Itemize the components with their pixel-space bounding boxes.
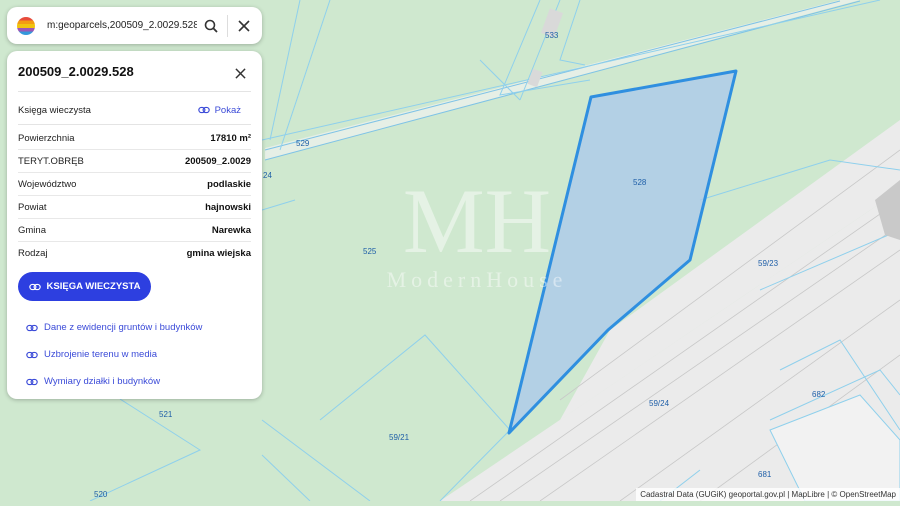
- parcel-label: 521: [159, 410, 173, 419]
- parcel-label: 24: [263, 171, 272, 180]
- parcel-label: 520: [94, 490, 108, 499]
- close-panel-button[interactable]: [226, 59, 254, 87]
- parcel-label: 682: [812, 390, 826, 399]
- panel-title: 200509_2.0029.528: [18, 64, 134, 79]
- link-label: Dane z ewidencji gruntów i budynków: [44, 322, 203, 333]
- clear-search-button[interactable]: [230, 12, 258, 40]
- link-icon: [197, 106, 210, 114]
- link-wymiary-dzialki[interactable]: Wymiary działki i budynków: [26, 368, 202, 395]
- show-ksiega-link-label: Pokaż: [214, 104, 241, 116]
- attribute-label: Gmina: [18, 224, 46, 236]
- parcel-info-panel: 200509_2.0029.528 Księga wieczysta Pokaż…: [7, 51, 262, 399]
- parcel-label: 59/24: [649, 399, 670, 408]
- ksiega-wieczysta-button[interactable]: KSIĘGA WIECZYSTA: [18, 272, 151, 301]
- divider: [18, 91, 251, 92]
- attribute-value: 200509_2.0029: [184, 155, 251, 167]
- ksiega-label: Księga wieczysta: [18, 104, 91, 116]
- link-label: Uzbrojenie terenu w media: [44, 349, 158, 360]
- attribute-value: 17810 m²: [210, 132, 251, 144]
- panel-links: Dane z ewidencji gruntów i budynków Uzbr…: [26, 314, 202, 395]
- attribute-label: Województwo: [18, 178, 77, 190]
- link-uzbrojenie-terenu[interactable]: Uzbrojenie terenu w media: [26, 341, 202, 368]
- attribute-row: Województwo podlaskie: [18, 173, 251, 196]
- search-button[interactable]: [197, 12, 225, 40]
- close-icon: [234, 67, 246, 79]
- attribute-value: podlaskie: [207, 178, 251, 190]
- search-icon: [204, 19, 218, 33]
- link-icon: [26, 324, 38, 331]
- link-label: Wymiary działki i budynków: [44, 376, 161, 387]
- close-icon: [238, 19, 250, 32]
- attribute-label: Powierzchnia: [18, 132, 75, 144]
- attribute-row: Powiat hajnowski: [18, 196, 251, 219]
- attribute-value: gmina wiejska: [186, 247, 251, 259]
- parcel-label: 525: [363, 247, 377, 256]
- link-icon: [26, 351, 38, 358]
- attribute-label: Powiat: [18, 201, 47, 213]
- show-ksiega-link[interactable]: Pokaż: [197, 104, 241, 116]
- attribute-value: Narewka: [211, 224, 251, 236]
- attribute-row: Gmina Narewka: [18, 219, 251, 242]
- attribute-label: TERYT.OBRĘB: [18, 155, 84, 167]
- attribute-value: hajnowski: [205, 201, 251, 213]
- attributes-table: Powierzchnia 17810 m² TERYT.OBRĘB 200509_2…: [18, 127, 251, 264]
- parcel-label: 533: [545, 31, 559, 40]
- divider: [18, 124, 251, 125]
- search-bar: m:geoparcels,200509_2.0029.528: [7, 7, 262, 44]
- attribute-row: TERYT.OBRĘB 200509_2.0029: [18, 150, 251, 173]
- attribute-row: Powierzchnia 17810 m²: [18, 127, 251, 150]
- map-attribution[interactable]: Cadastral Data (GUGiK) geoportal.gov.pl …: [636, 488, 900, 501]
- parcel-label: 59/23: [758, 259, 779, 268]
- parcel-label: 59/21: [389, 433, 410, 442]
- attribute-label: Rodzaj: [18, 247, 48, 259]
- parcel-label: 681: [758, 470, 772, 479]
- parcel-label: 529: [296, 139, 310, 148]
- app-logo-icon[interactable]: [17, 16, 35, 35]
- ksiega-wieczysta-button-label: KSIĘGA WIECZYSTA: [46, 281, 141, 292]
- link-icon: [28, 283, 41, 290]
- link-dane-ewidencji[interactable]: Dane z ewidencji gruntów i budynków: [26, 314, 202, 341]
- separator: [227, 14, 228, 37]
- parcel-label-selected: 528: [633, 178, 647, 187]
- search-input[interactable]: m:geoparcels,200509_2.0029.528: [47, 20, 197, 31]
- ksiega-row: Księga wieczysta Pokaż: [18, 101, 251, 119]
- link-icon: [26, 378, 38, 385]
- attribute-row: Rodzaj gmina wiejska: [18, 242, 251, 264]
